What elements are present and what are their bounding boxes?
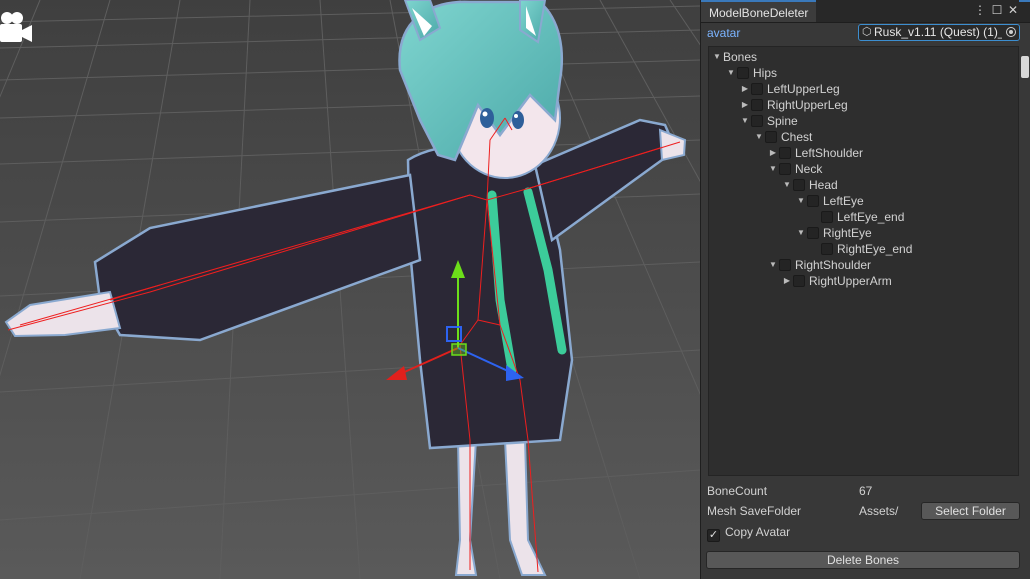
bone-checkbox[interactable] xyxy=(807,227,819,239)
expand-arrow-icon[interactable]: ▼ xyxy=(795,225,807,241)
tree-item-label: Head xyxy=(809,178,838,192)
model-bone-deleter-window: ModelBoneDeleter ⋮ ☐ ✕ avatar ⬡ Rusk_v1.… xyxy=(700,0,1030,579)
tree-item-label: RightUpperLeg xyxy=(767,98,848,112)
copy-avatar-toggle[interactable]: ✓ Copy Avatar xyxy=(707,523,791,542)
tree-item-label: LeftEye xyxy=(823,194,864,208)
expand-arrow-icon[interactable]: ▼ xyxy=(781,177,793,193)
expand-arrow-icon[interactable]: ▼ xyxy=(753,129,765,145)
tree-item-label: LeftShoulder xyxy=(795,146,864,160)
tree-item-label: RightEye xyxy=(823,226,872,240)
bone-checkbox[interactable] xyxy=(793,179,805,191)
copy-avatar-label: Copy Avatar xyxy=(725,525,791,539)
tree-item-label: LeftUpperLeg xyxy=(767,82,840,96)
expand-arrow-icon[interactable]: ▼ xyxy=(767,257,779,273)
tree-item-lefteye-end[interactable]: LeftEye_end xyxy=(809,209,904,225)
collapse-arrow-icon[interactable]: ▶ xyxy=(739,97,751,113)
avatar-label: avatar xyxy=(707,26,741,40)
tree-item-rightupperleg[interactable]: ▶ RightUpperLeg xyxy=(739,97,848,113)
bone-checkbox[interactable] xyxy=(751,115,763,127)
tree-item-label: Hips xyxy=(753,66,778,80)
mesh-save-folder-value: Assets/ xyxy=(859,504,899,518)
edge-accent xyxy=(1019,0,1030,2)
avatar-object-field[interactable]: ⬡ Rusk_v1.11 (Quest) (1)_ xyxy=(858,24,1020,41)
tree-item-leftupperleg[interactable]: ▶ LeftUpperLeg xyxy=(739,81,840,97)
expand-arrow-icon[interactable]: ▼ xyxy=(795,193,807,209)
collapse-arrow-icon[interactable]: ▶ xyxy=(739,81,751,97)
expand-arrow-icon[interactable]: ▼ xyxy=(711,49,723,65)
tree-item-leftshoulder[interactable]: ▶ LeftShoulder xyxy=(767,145,863,161)
collapse-arrow-icon[interactable]: ▶ xyxy=(781,273,793,289)
bone-checkbox[interactable] xyxy=(793,275,805,287)
tree-item-neck[interactable]: ▼ Neck xyxy=(767,161,822,177)
tree-item-lefteye[interactable]: ▼ LeftEye xyxy=(795,193,864,209)
offscreen-panel-edge xyxy=(1019,0,1030,579)
bone-checkbox[interactable] xyxy=(807,195,819,207)
bone-checkbox[interactable] xyxy=(765,131,777,143)
bone-checkbox[interactable] xyxy=(821,243,833,255)
gameobject-icon: ⬡ xyxy=(862,26,872,38)
expand-arrow-icon[interactable]: ▼ xyxy=(767,161,779,177)
bone-checkbox[interactable] xyxy=(779,147,791,159)
tree-item-label: Spine xyxy=(767,114,798,128)
tree-item-label: Bones xyxy=(723,50,758,64)
bone-checkbox[interactable] xyxy=(821,211,833,223)
tree-item-label: RightEye_end xyxy=(837,242,913,256)
tree-item-label: Neck xyxy=(795,162,823,176)
tree-item-bones[interactable]: ▼ Bones xyxy=(711,49,757,65)
tree-item-righteye-end[interactable]: RightEye_end xyxy=(809,241,912,257)
bone-count-value: 67 xyxy=(859,484,873,498)
tree-item-spine[interactable]: ▼ Spine xyxy=(739,113,798,129)
tree-item-label: RightUpperArm xyxy=(809,274,892,288)
tree-item-rightupperarm[interactable]: ▶ RightUpperArm xyxy=(781,273,892,289)
window-menu-icon[interactable]: ⋮ xyxy=(973,2,987,18)
maximize-icon[interactable]: ☐ xyxy=(990,2,1004,18)
tree-item-head[interactable]: ▼ Head xyxy=(781,177,838,193)
bone-checkbox[interactable] xyxy=(779,163,791,175)
bones-tree-view[interactable]: ▼ Bones ▼ Hips ▶ LeftUpperLeg ▶ RightUpperLeg ▼ S… xyxy=(708,46,1019,476)
window-tab-bar: ModelBoneDeleter ⋮ ☐ ✕ xyxy=(701,0,1030,23)
expand-arrow-icon[interactable]: ▼ xyxy=(739,113,751,129)
tree-item-label: Chest xyxy=(781,130,813,144)
bone-checkbox[interactable] xyxy=(751,83,763,95)
scene-canvas[interactable] xyxy=(0,0,700,579)
tree-item-rightshoulder[interactable]: ▼ RightShoulder xyxy=(767,257,871,273)
avatar-field-value: Rusk_v1.11 (Quest) (1)_ xyxy=(874,25,1002,39)
bone-count-label: BoneCount xyxy=(707,484,768,498)
copy-avatar-checkbox[interactable]: ✓ xyxy=(707,529,720,542)
tree-item-label: LeftEye_end xyxy=(837,210,905,224)
collapse-arrow-icon[interactable]: ▶ xyxy=(767,145,779,161)
scene-view[interactable] xyxy=(0,0,700,579)
edge-slider-handle[interactable] xyxy=(1021,56,1029,78)
delete-bones-button[interactable]: Delete Bones xyxy=(706,551,1020,569)
tab-model-bone-deleter[interactable]: ModelBoneDeleter xyxy=(701,0,817,22)
bone-checkbox[interactable] xyxy=(737,67,749,79)
expand-arrow-icon[interactable]: ▼ xyxy=(725,65,737,81)
select-folder-button[interactable]: Select Folder xyxy=(921,502,1020,520)
bone-checkbox[interactable] xyxy=(779,259,791,271)
tree-item-hips[interactable]: ▼ Hips xyxy=(725,65,777,81)
tree-item-chest[interactable]: ▼ Chest xyxy=(753,129,812,145)
tree-item-righteye[interactable]: ▼ RightEye xyxy=(795,225,872,241)
object-picker-icon[interactable] xyxy=(1006,27,1016,37)
mesh-save-folder-label: Mesh SaveFolder xyxy=(707,504,802,518)
bone-checkbox[interactable] xyxy=(751,99,763,111)
close-icon[interactable]: ✕ xyxy=(1006,2,1020,18)
tree-item-label: RightShoulder xyxy=(795,258,872,272)
camera-icon[interactable] xyxy=(0,6,34,46)
